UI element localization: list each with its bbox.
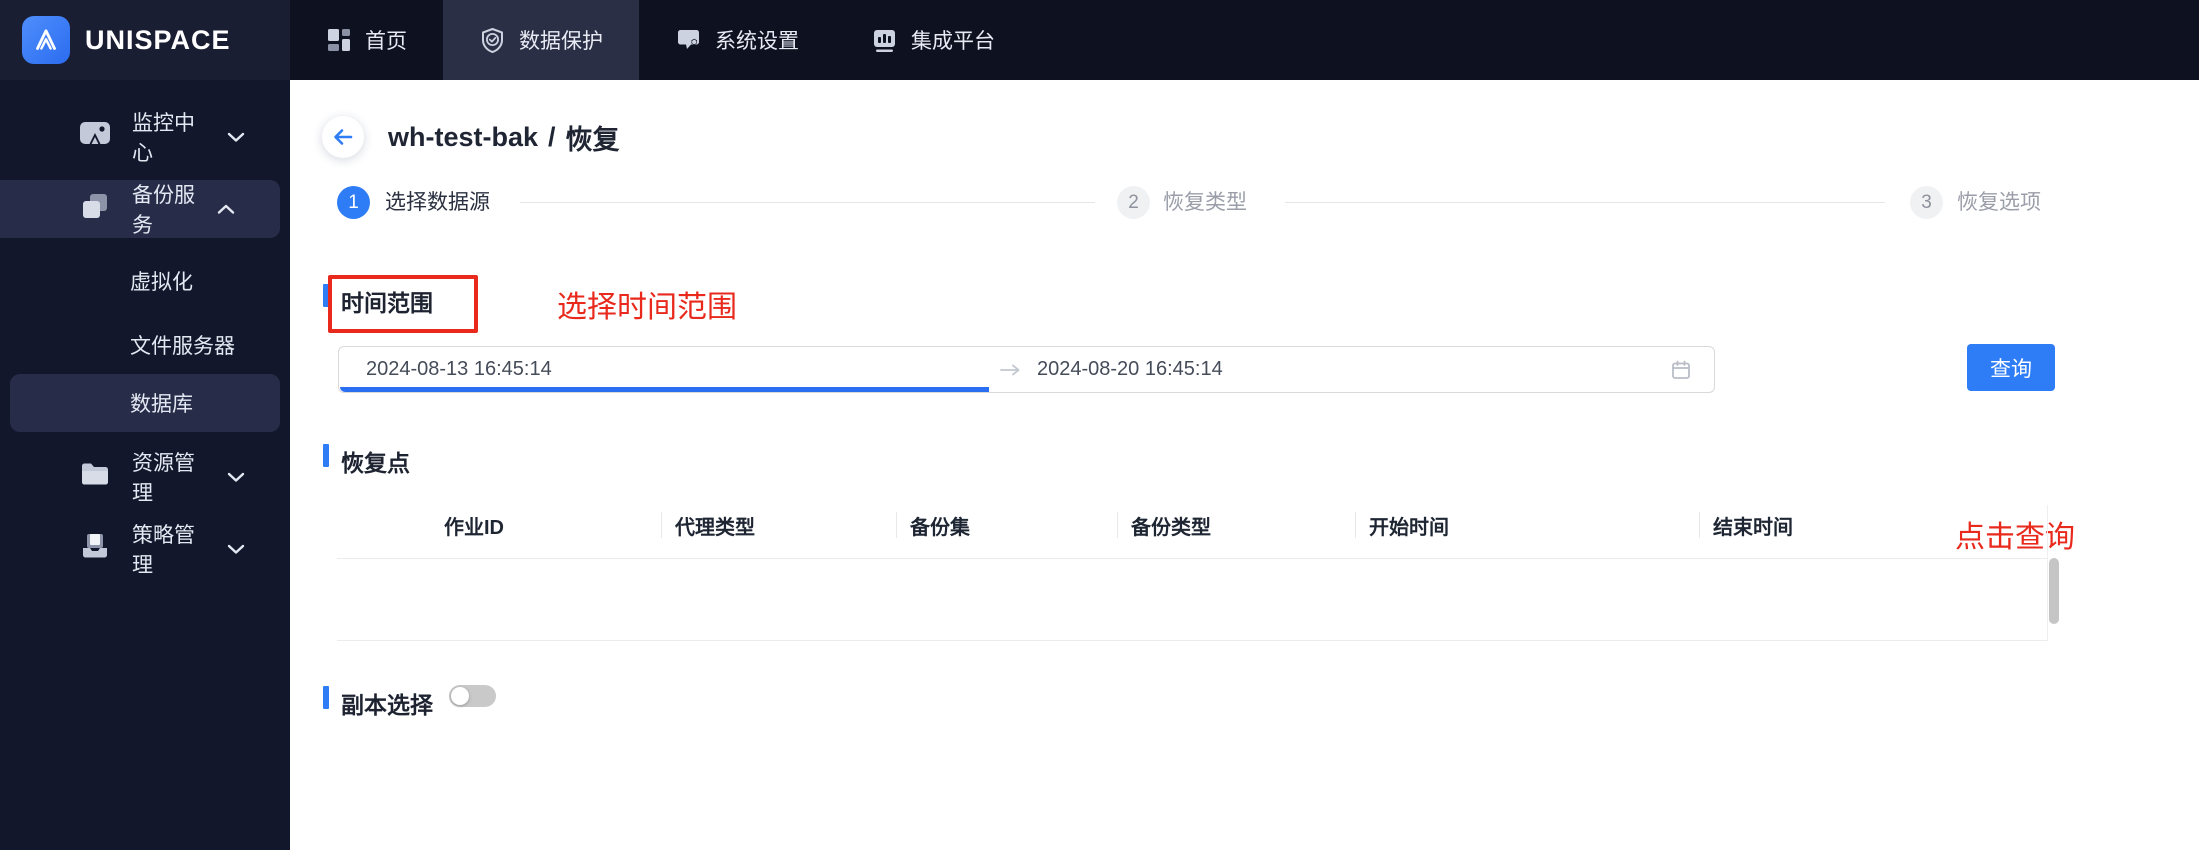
- annotation-highlight-box: [328, 275, 478, 333]
- sidebar-item-monitoring-center[interactable]: 监控中心: [0, 108, 290, 166]
- dashboard-icon: [326, 27, 352, 53]
- arrow-left-icon: [334, 129, 353, 145]
- breadcrumb-action: 恢复: [565, 124, 620, 155]
- column-header-backup-type: 备份类型: [1117, 505, 1355, 545]
- step-2-circle: 2: [1117, 186, 1150, 219]
- sidebar-item-label: 监控中心: [132, 112, 195, 165]
- step-number: 3: [1921, 191, 1932, 213]
- restore-points-title: 恢复点: [341, 450, 410, 476]
- sidebar-item-label: 备份服务: [132, 184, 195, 237]
- step-connector: [1285, 202, 1885, 203]
- replica-selection-title: 副本选择: [341, 692, 433, 718]
- sidebar-subitem-file-server[interactable]: 文件服务器: [0, 316, 290, 374]
- sidebar-item-label: 资源管理: [132, 452, 195, 505]
- step-wizard: 1 选择数据源 2 恢复类型 3 恢复选项: [337, 186, 2147, 220]
- step-1-circle: 1: [337, 186, 370, 219]
- monitor-icon: [78, 119, 112, 155]
- annotation-select-time-range: 选择时间范围: [557, 291, 737, 324]
- sidebar-subitem-label: 虚拟化: [130, 271, 193, 294]
- breadcrumb-job-name: wh-test-bak: [388, 121, 539, 152]
- nav-tab-system-settings[interactable]: 系统设置: [639, 0, 835, 80]
- active-field-underline: [340, 387, 989, 392]
- breadcrumb: wh-test-bak / 恢复: [322, 116, 620, 158]
- replica-toggle-switch[interactable]: [449, 685, 496, 707]
- chevron-down-icon: [227, 131, 245, 143]
- nav-tab-label: 首页: [365, 30, 407, 53]
- arrow-right-icon: [999, 362, 1021, 378]
- sidebar-item-resource-management[interactable]: 资源管理: [0, 448, 290, 506]
- step-number: 1: [348, 191, 359, 213]
- nav-tab-data-protection[interactable]: 数据保护: [443, 0, 639, 80]
- page-title: wh-test-bak / 恢复: [388, 118, 620, 157]
- sidebar: 监控中心 备份服务 虚拟化 文件服务器 数据库 资源管理 策略管理: [0, 80, 290, 850]
- nav-tab-label: 数据保护: [519, 30, 603, 53]
- breadcrumb-separator: /: [548, 121, 556, 152]
- sidebar-subitem-database[interactable]: 数据库: [10, 374, 280, 432]
- chevron-up-icon: [217, 203, 235, 215]
- step-3-circle: 3: [1910, 186, 1943, 219]
- end-date-input[interactable]: 2024-08-20 16:45:14: [1037, 358, 1223, 381]
- unispace-logo-icon: [22, 16, 70, 64]
- sidebar-item-label: 策略管理: [132, 524, 195, 577]
- column-header-start-time: 开始时间: [1355, 505, 1699, 545]
- sidebar-subitem-virtualization[interactable]: 虚拟化: [0, 252, 290, 310]
- chevron-down-icon: [227, 543, 245, 555]
- restore-points-table-header: 作业ID 代理类型 备份集 备份类型 开始时间 结束时间: [337, 505, 2047, 545]
- step-connector: [520, 202, 1095, 203]
- query-button[interactable]: 查询: [1967, 344, 2055, 391]
- top-navigation: 首页 数据保护 系统设置 集成平台: [290, 0, 1031, 80]
- brand-area: UNISPACE: [0, 0, 290, 80]
- chevron-down-icon: [227, 471, 245, 483]
- app-root: UNISPACE 首页 数据保护 系统设置 集成平台 监控中心 备份服务 虚拟化…: [0, 0, 2199, 850]
- table-empty-row: [337, 558, 2047, 641]
- nav-tab-integration-platform[interactable]: 集成平台: [835, 0, 1031, 80]
- column-header-job-id: 作业ID: [444, 516, 504, 539]
- step-number: 2: [1128, 191, 1139, 213]
- table-scrollbar[interactable]: [2049, 558, 2059, 624]
- section-accent-bar: [323, 686, 329, 709]
- nav-tab-home[interactable]: 首页: [290, 0, 443, 80]
- toggle-knob: [451, 687, 469, 705]
- backup-copy-icon: [78, 190, 112, 228]
- back-button[interactable]: [322, 116, 364, 158]
- folder-icon: [78, 460, 112, 494]
- top-bar: UNISPACE 首页 数据保护 系统设置 集成平台: [0, 0, 2199, 80]
- sidebar-subitem-label: 文件服务器: [130, 335, 235, 358]
- nav-tab-label: 集成平台: [911, 30, 995, 53]
- start-date-input[interactable]: 2024-08-13 16:45:14: [366, 358, 552, 381]
- date-range-picker[interactable]: 2024-08-13 16:45:14 2024-08-20 16:45:14: [338, 346, 1715, 393]
- section-accent-bar: [323, 444, 329, 467]
- nav-tab-label: 系统设置: [715, 30, 799, 53]
- column-header-end-time: 结束时间: [1699, 505, 2047, 545]
- step-2-label: 恢复类型: [1163, 191, 1247, 214]
- policy-icon: [78, 531, 112, 567]
- table-right-border: [2047, 505, 2048, 641]
- step-1-label: 选择数据源: [385, 191, 490, 214]
- column-header-backup-set: 备份集: [896, 505, 1117, 545]
- main-content: wh-test-bak / 恢复 1 选择数据源 2 恢复类型 3 恢复选项 时…: [290, 80, 2199, 850]
- sidebar-subitem-label: 数据库: [130, 393, 193, 416]
- calendar-icon[interactable]: [1670, 359, 1692, 381]
- sidebar-item-policy-management[interactable]: 策略管理: [0, 520, 290, 578]
- step-3-label: 恢复选项: [1957, 191, 2041, 214]
- sidebar-item-backup-service[interactable]: 备份服务: [0, 180, 280, 238]
- brand-name: UNISPACE: [85, 24, 231, 55]
- integration-platform-icon: [871, 27, 898, 54]
- system-settings-icon: [675, 27, 702, 54]
- column-header-agent-type: 代理类型: [661, 505, 896, 545]
- shield-check-icon: [479, 27, 506, 54]
